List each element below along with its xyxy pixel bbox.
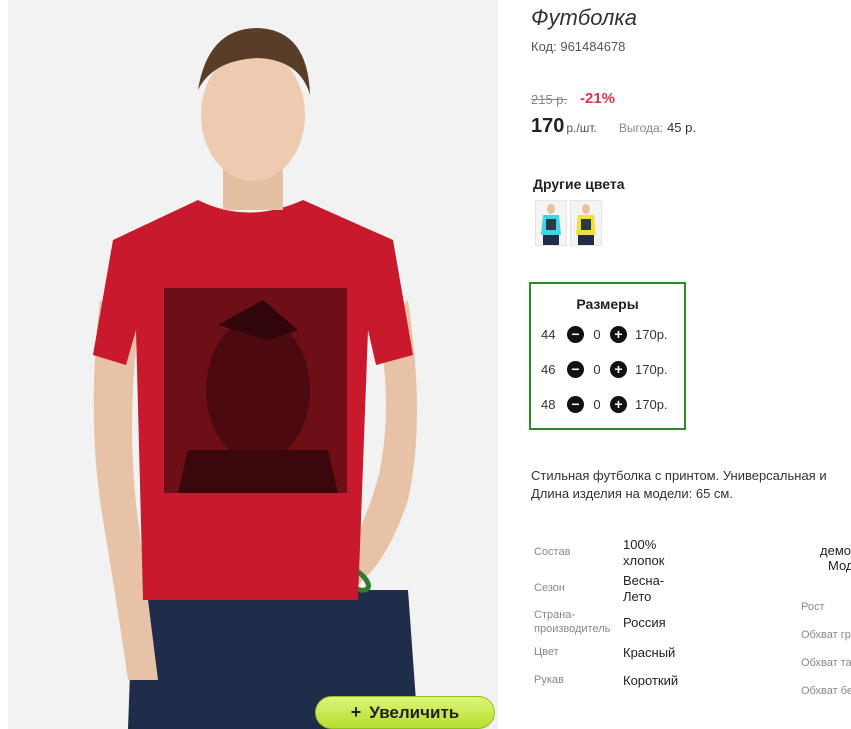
zoom-button[interactable]: + Увеличить (315, 696, 495, 729)
description-line-2: Длина изделия на модели: 65 см. (531, 486, 733, 501)
property-value-color: Красный (623, 645, 676, 660)
swatch-cyan-thumbnail (536, 201, 566, 245)
model-param-hips: Обхват бе (801, 685, 851, 697)
model-param-height: Рост (801, 601, 825, 613)
property-label-composition: Состав (534, 546, 571, 558)
product-code: Код: 961484678 (531, 39, 625, 54)
plus-icon[interactable]: + (610, 360, 627, 378)
plus-icon[interactable]: + (610, 395, 627, 413)
size-label: 44 (541, 326, 556, 342)
property-value-country: Россия (623, 615, 666, 630)
sizes-title: Размеры (576, 296, 639, 312)
property-label-season: Сезон (534, 582, 565, 594)
size-quantity: 0 (593, 326, 601, 342)
product-photo[interactable]: + Увеличить (8, 0, 498, 729)
size-price: 170р. (635, 326, 668, 342)
size-label: 46 (541, 361, 556, 377)
size-label: 48 (541, 396, 556, 412)
price-row: 170 р./шт. Выгода: 45 р. (531, 115, 696, 138)
size-price: 170р. (635, 396, 668, 412)
model-heading-2: Мод (828, 558, 851, 573)
model-photo-illustration (8, 0, 498, 729)
saving-value: 45 р. (667, 120, 696, 135)
saving-label: Выгода: (618, 121, 664, 135)
product-title: Футболка (531, 5, 637, 30)
zoom-label: Увеличить (369, 702, 460, 722)
model-heading-1: демо (820, 543, 851, 558)
property-value-sleeve: Короткий (623, 673, 679, 688)
property-label-country: Страна-производитель (534, 609, 611, 635)
minus-icon[interactable]: − (567, 395, 584, 413)
description-line-1: Стильная футболка с принтом. Универсальн… (531, 468, 827, 483)
swatch-yellow-thumbnail (571, 201, 601, 245)
size-row-44: 44 − 0 + 170р. (541, 324, 668, 344)
discount-badge: -21% (580, 90, 616, 107)
sizes-box: Размеры 44 − 0 + 170р. 46 − 0 + 170р. 48… (529, 282, 686, 430)
other-colors-title: Другие цвета (533, 176, 625, 192)
size-price: 170р. (635, 361, 668, 377)
size-quantity: 0 (593, 396, 601, 412)
plus-icon[interactable]: + (610, 325, 627, 343)
plus-icon: + (350, 702, 362, 722)
model-param-waist: Обхват та (801, 657, 851, 669)
code-value: 961484678 (560, 39, 626, 54)
property-label-color: Цвет (534, 646, 559, 658)
product-description: Стильная футболка с принтом. Универсальн… (531, 467, 827, 503)
property-value-season: Весна-Лето (623, 573, 665, 604)
price-value: 170 (531, 115, 565, 137)
old-price: 215 р. (531, 92, 568, 107)
size-quantity: 0 (593, 361, 601, 377)
model-param-chest: Обхват гр (801, 629, 851, 641)
color-swatch-yellow[interactable] (570, 200, 602, 246)
property-label-sleeve: Рукав (534, 674, 564, 686)
property-value-composition: 100% хлопок (623, 537, 665, 568)
minus-icon[interactable]: − (567, 325, 584, 343)
size-row-46: 46 − 0 + 170р. (541, 359, 668, 379)
color-swatch-cyan[interactable] (535, 200, 567, 246)
code-label: Код: (531, 39, 557, 54)
minus-icon[interactable]: − (567, 360, 584, 378)
price-unit: р./шт. (566, 121, 597, 135)
size-row-48: 48 − 0 + 170р. (541, 394, 668, 414)
